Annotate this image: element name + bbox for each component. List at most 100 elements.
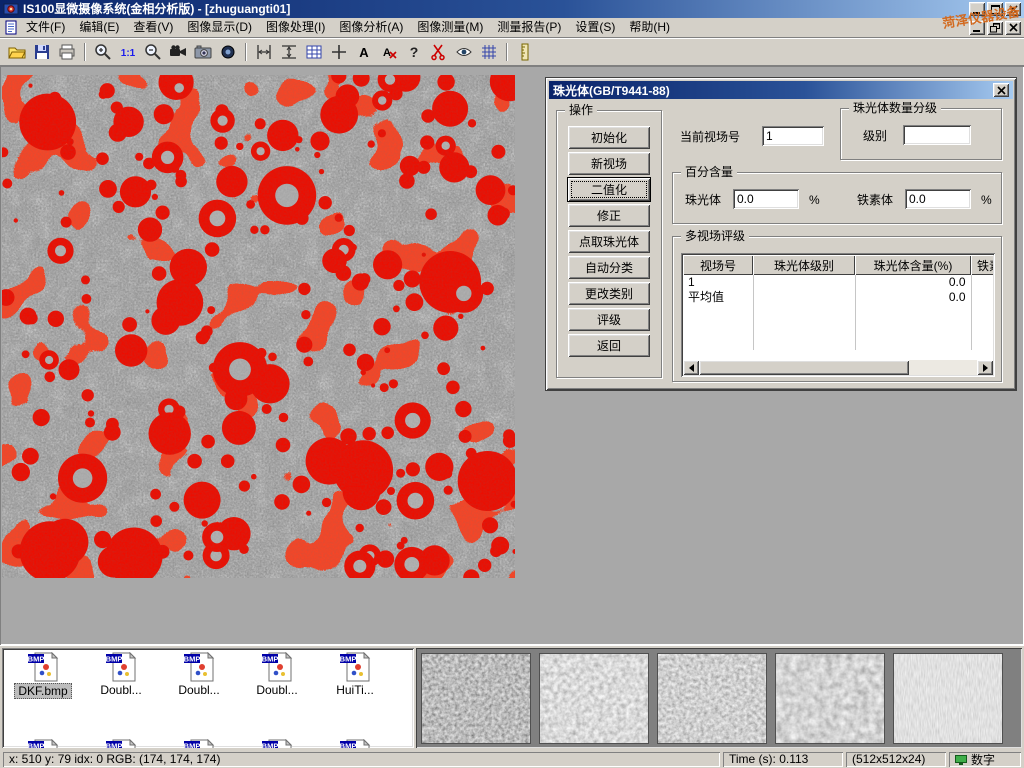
operation-button-5[interactable]: 点取珠光体 xyxy=(568,230,650,253)
ferrite-percent-input[interactable] xyxy=(905,189,971,209)
cut-icon[interactable] xyxy=(427,40,451,64)
file-row-1: BMPDKF.bmpBMPDoubl...BMPDoubl...BMPDoubl… xyxy=(4,652,412,699)
operation-button-4[interactable]: 修正 xyxy=(568,204,650,227)
measure-horizontal-icon[interactable] xyxy=(277,40,301,64)
pearlite-percent-input[interactable] xyxy=(733,189,799,209)
bmp-file-icon: BMP xyxy=(183,652,216,682)
operation-button-7[interactable]: 更改类别 xyxy=(568,282,650,305)
child-close-button[interactable] xyxy=(1005,21,1021,35)
crosshair-icon[interactable] xyxy=(327,40,351,64)
dialog-close-button[interactable] xyxy=(993,83,1009,97)
camera-icon[interactable] xyxy=(191,40,215,64)
table-header-1[interactable]: 视场号 xyxy=(683,255,753,275)
capture-icon[interactable] xyxy=(216,40,240,64)
close-button[interactable] xyxy=(1005,2,1021,16)
operation-button-6[interactable]: 自动分类 xyxy=(568,256,650,279)
table-row-1[interactable]: 10.0 xyxy=(683,275,993,290)
thumbnail-4[interactable] xyxy=(775,653,885,744)
minimize-button[interactable] xyxy=(969,2,985,16)
table-header-4[interactable]: 铁素体含量(%) xyxy=(971,255,993,275)
actual-size-icon[interactable]: 1:1 xyxy=(116,40,140,64)
dialog-titlebar[interactable]: 珠光体(GB/T9441-88) xyxy=(549,81,1013,99)
table-header-2[interactable]: 珠光体级别 xyxy=(753,255,855,275)
scroll-right-button[interactable] xyxy=(977,360,993,375)
menu-item-1[interactable]: 文件(F) xyxy=(19,18,72,37)
window-title: IS100显微摄像系统(金相分析版) - [zhuguangti01] xyxy=(23,0,965,18)
video-camera-icon[interactable] xyxy=(166,40,190,64)
menu-item-2[interactable]: 编辑(E) xyxy=(72,18,126,37)
scroll-left-button[interactable] xyxy=(683,360,699,375)
scroll-thumb[interactable] xyxy=(699,360,909,375)
measure-vertical-icon[interactable] xyxy=(252,40,276,64)
file-item-9[interactable]: BMP xyxy=(238,739,316,748)
menu-item-4[interactable]: 图像显示(D) xyxy=(180,18,259,37)
file-item-7[interactable]: BMP xyxy=(82,739,160,748)
file-item-5[interactable]: BMPHuiTi... xyxy=(316,652,394,699)
current-field-input[interactable] xyxy=(762,126,824,146)
thumbnail-5[interactable] xyxy=(893,653,1003,744)
preview-eye-icon[interactable] xyxy=(452,40,476,64)
metallographic-image[interactable] xyxy=(2,75,515,578)
report-table-icon[interactable] xyxy=(302,40,326,64)
save-icon[interactable] xyxy=(30,40,54,64)
help-icon[interactable]: ? xyxy=(402,40,426,64)
text-annotation-icon[interactable]: A xyxy=(352,40,376,64)
svg-text:BMP: BMP xyxy=(105,655,122,664)
window-titlebar[interactable]: IS100显微摄像系统(金相分析版) - [zhuguangti01] xyxy=(0,0,1024,18)
file-item-10[interactable]: BMP xyxy=(316,739,394,748)
operation-button-9[interactable]: 返回 xyxy=(568,334,650,357)
bmp-file-icon: BMP xyxy=(339,652,372,682)
menu-item-5[interactable]: 图像处理(I) xyxy=(259,18,332,37)
file-item-6[interactable]: BMP xyxy=(4,739,82,748)
child-minimize-button[interactable] xyxy=(969,21,985,35)
table-row-empty[interactable] xyxy=(683,320,993,335)
grade-input[interactable] xyxy=(903,125,971,145)
child-restore-button[interactable] xyxy=(987,21,1003,35)
table-cell xyxy=(971,275,993,290)
table-hscrollbar[interactable] xyxy=(683,360,993,375)
scroll-track[interactable] xyxy=(699,360,977,375)
svg-text:BMP: BMP xyxy=(339,742,356,749)
file-item-8[interactable]: BMP xyxy=(160,739,238,748)
grid-icon[interactable] xyxy=(477,40,501,64)
thumbnail-1[interactable] xyxy=(421,653,531,744)
maximize-button[interactable] xyxy=(987,2,1003,16)
menu-item-6[interactable]: 图像分析(A) xyxy=(332,18,410,37)
print-icon[interactable] xyxy=(55,40,79,64)
file-item-1[interactable]: BMPDKF.bmp xyxy=(4,652,82,699)
document-icon[interactable] xyxy=(3,20,19,36)
menu-item-10[interactable]: 帮助(H) xyxy=(622,18,677,37)
grade-group-label: 珠光体数量分级 xyxy=(849,101,941,115)
grade-group: 珠光体数量分级 级别 xyxy=(840,108,1002,160)
file-item-4[interactable]: BMPDoubl... xyxy=(238,652,316,699)
table-row-empty[interactable] xyxy=(683,335,993,350)
table-cell xyxy=(683,305,753,320)
menu-item-8[interactable]: 测量报告(P) xyxy=(490,18,568,37)
zoom-in-icon[interactable] xyxy=(91,40,115,64)
bottom-panel: BMPDKF.bmpBMPDoubl...BMPDoubl...BMPDoubl… xyxy=(0,645,1024,750)
operation-button-1[interactable]: 初始化 xyxy=(568,126,650,149)
file-item-2[interactable]: BMPDoubl... xyxy=(82,652,160,699)
multi-field-group: 多视场评级 视场号珠光体级别珠光体含量(%)铁素体含量(%) 10.0平均值0.… xyxy=(672,236,1002,382)
table-row-2[interactable]: 平均值0.0 xyxy=(683,290,993,305)
zoom-out-icon[interactable] xyxy=(141,40,165,64)
thumbnail-strip xyxy=(416,648,1022,748)
percent-group-label: 百分含量 xyxy=(681,165,737,179)
table-row-empty[interactable] xyxy=(683,305,993,320)
thumbnail-2[interactable] xyxy=(539,653,649,744)
bmp-file-icon: BMP xyxy=(261,652,294,682)
operation-button-8[interactable]: 评级 xyxy=(568,308,650,331)
operation-button-2[interactable]: 新视场 xyxy=(568,152,650,175)
menu-item-9[interactable]: 设置(S) xyxy=(568,18,622,37)
microscope-image-canvas xyxy=(2,75,515,578)
thumbnail-3[interactable] xyxy=(657,653,767,744)
menu-item-7[interactable]: 图像测量(M) xyxy=(410,18,490,37)
open-icon[interactable] xyxy=(5,40,29,64)
maximize-icon xyxy=(991,5,1000,14)
menu-item-3[interactable]: 查看(V) xyxy=(126,18,180,37)
calibration-ruler-icon[interactable] xyxy=(513,40,537,64)
file-item-3[interactable]: BMPDoubl... xyxy=(160,652,238,699)
table-header-3[interactable]: 珠光体含量(%) xyxy=(855,255,971,275)
text-delete-icon[interactable]: A xyxy=(377,40,401,64)
operation-button-3[interactable]: 二值化 xyxy=(568,178,650,201)
